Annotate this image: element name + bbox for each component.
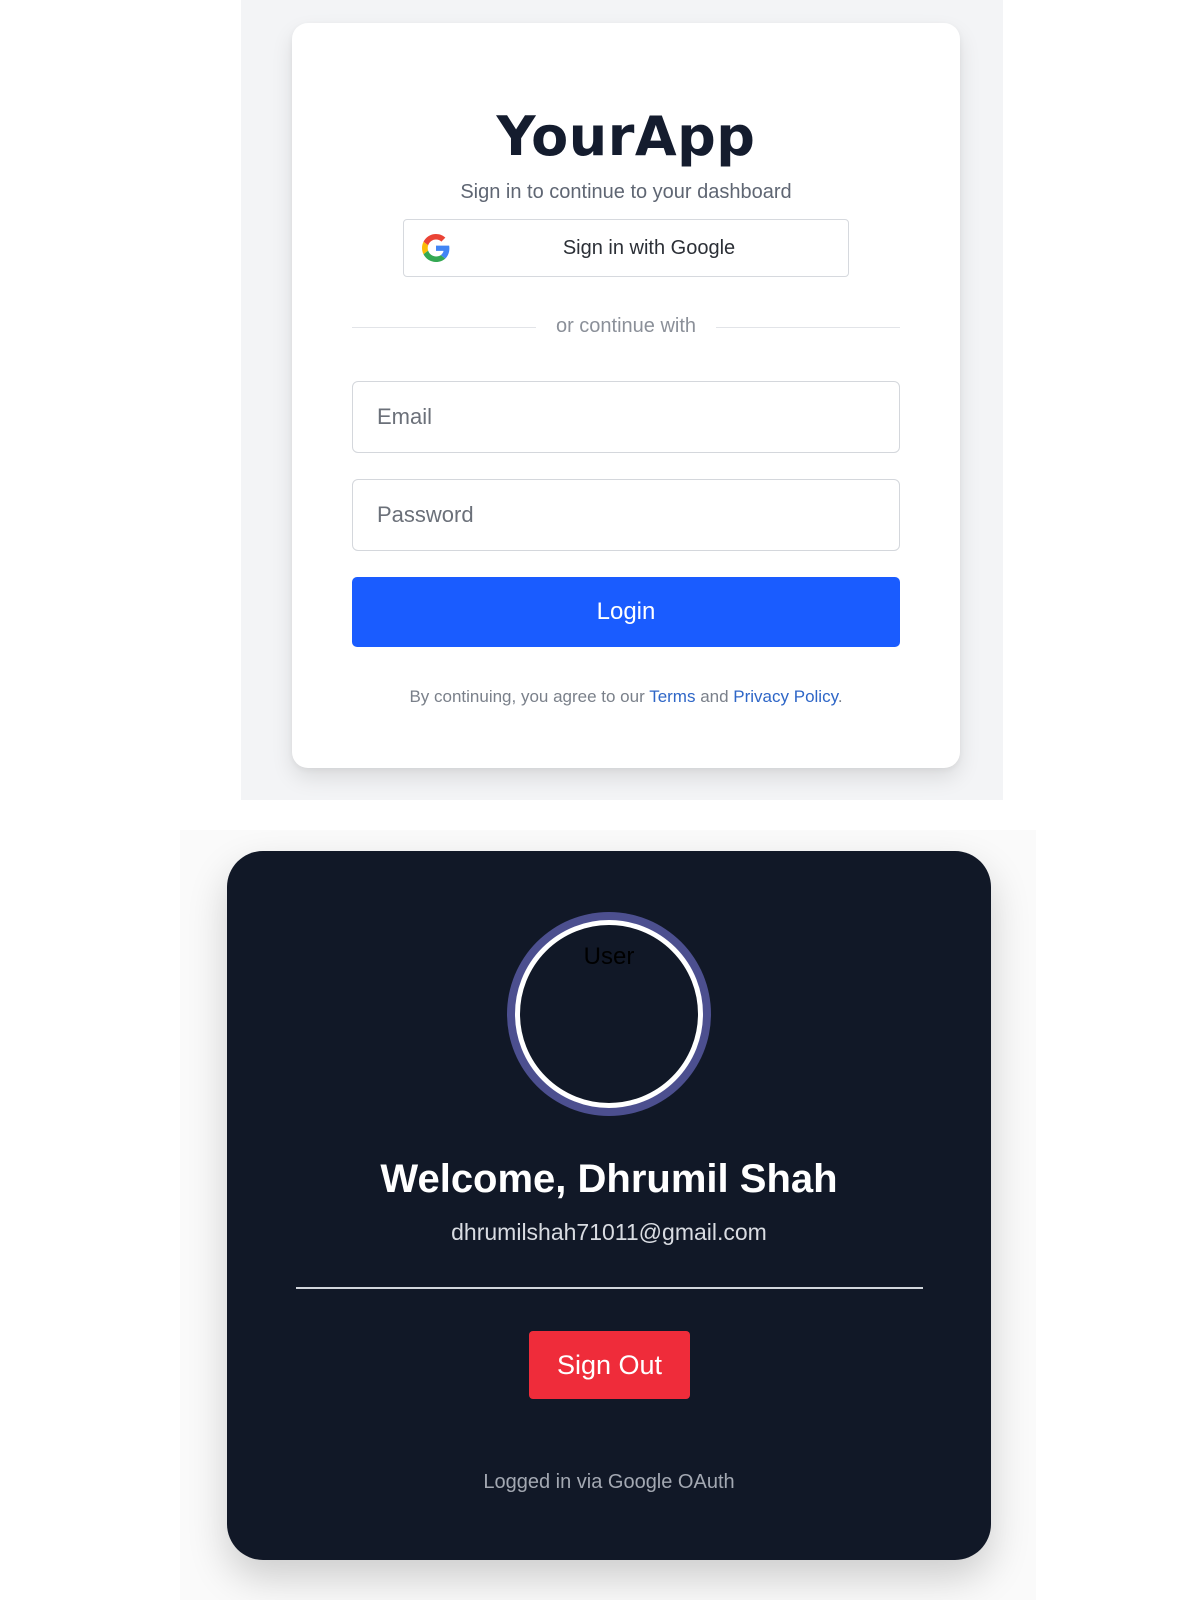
sign-out-button[interactable]: Sign Out — [529, 1331, 690, 1399]
google-sign-in-button[interactable]: Sign in with Google — [403, 219, 849, 277]
legal-and: and — [695, 687, 734, 706]
google-g-icon — [422, 234, 450, 262]
login-method-note: Logged in via Google OAuth — [483, 1471, 735, 1493]
avatar: User — [515, 920, 703, 1108]
login-screen: YourApp Sign in to continue to your dash… — [241, 0, 1003, 800]
login-button[interactable]: Login — [352, 577, 900, 647]
divider — [296, 1287, 923, 1289]
password-field[interactable] — [352, 479, 900, 551]
or-divider: or continue with — [352, 313, 900, 343]
legal-notice: By continuing, you agree to our Terms an… — [292, 687, 960, 707]
avatar-alt-text: User — [583, 943, 635, 970]
google-button-label: Sign in with Google — [562, 237, 736, 259]
avatar-ring: User — [507, 912, 711, 1116]
welcome-title: Welcome, Dhrumil Shah — [380, 1157, 838, 1201]
terms-link[interactable]: Terms — [649, 687, 695, 706]
legal-suffix: . — [837, 687, 843, 706]
login-card: YourApp Sign in to continue to your dash… — [292, 23, 960, 768]
welcome-card: User Welcome, Dhrumil Shah dhrumilshah71… — [227, 851, 991, 1560]
divider-line-right — [716, 327, 900, 328]
legal-prefix: By continuing, you agree to our — [409, 687, 650, 706]
email-field[interactable] — [352, 381, 900, 453]
privacy-policy-link[interactable]: Privacy Policy — [733, 687, 838, 706]
login-subtitle: Sign in to continue to your dashboard — [460, 181, 792, 203]
user-email: dhrumilshah71011@gmail.com — [451, 1219, 767, 1245]
app-title: YourApp — [496, 105, 756, 168]
